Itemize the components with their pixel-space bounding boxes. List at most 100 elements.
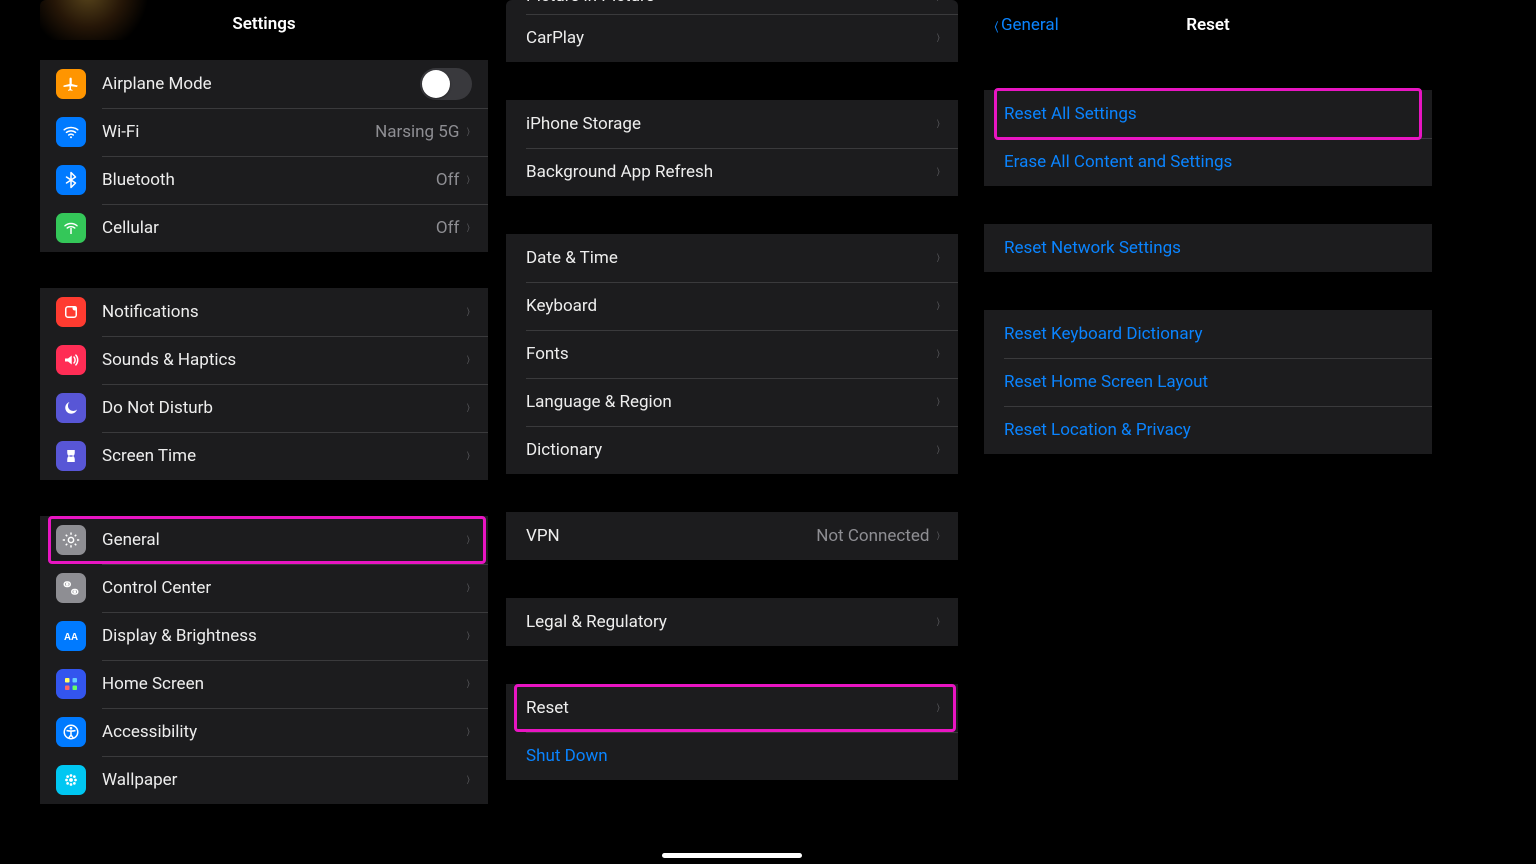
- chevron-right-icon: ›: [467, 217, 471, 239]
- nav-bar: ‹ General Reset: [984, 0, 1432, 50]
- row-reset[interactable]: Reset›: [506, 684, 958, 732]
- chevron-left-icon: ‹: [994, 8, 999, 43]
- row-label: Reset Keyboard Dictionary: [1004, 324, 1416, 344]
- chevron-right-icon: ›: [937, 611, 941, 633]
- row-label: Background App Refresh: [526, 162, 935, 182]
- chevron-right-icon: ›: [467, 769, 471, 791]
- general-icon: [56, 525, 86, 555]
- chevron-right-icon: ›: [467, 529, 471, 551]
- row-storage[interactable]: iPhone Storage›: [506, 100, 958, 148]
- chevron-right-icon: ›: [467, 673, 471, 695]
- dnd-icon: [56, 393, 86, 423]
- row-label: Language & Region: [526, 392, 935, 412]
- row-datetime[interactable]: Date & Time›: [506, 234, 958, 282]
- row-label: Screen Time: [102, 446, 465, 466]
- display-icon: AA: [56, 621, 86, 651]
- row-dict[interactable]: Dictionary›: [506, 426, 958, 474]
- row-airplane[interactable]: Airplane Mode: [40, 60, 488, 108]
- homescreen-icon: [56, 669, 86, 699]
- reset-screen: ‹ General Reset Reset All Settings Erase …: [984, 0, 1432, 864]
- row-sounds[interactable]: Sounds & Haptics›: [40, 336, 488, 384]
- row-homescreen[interactable]: Home Screen›: [40, 660, 488, 708]
- row-fonts[interactable]: Fonts›: [506, 330, 958, 378]
- chevron-right-icon: ›: [467, 349, 471, 371]
- row-label: Sounds & Haptics: [102, 350, 465, 370]
- row-general[interactable]: General›: [40, 516, 488, 564]
- row-keyboard[interactable]: Keyboard›: [506, 282, 958, 330]
- row-bluetooth[interactable]: BluetoothOff›: [40, 156, 488, 204]
- row-erase[interactable]: Erase All Content and Settings: [984, 138, 1432, 186]
- chevron-right-icon: ›: [467, 445, 471, 467]
- row-reset-loc[interactable]: Reset Location & Privacy: [984, 406, 1432, 454]
- row-pip[interactable]: Picture in Picture›: [506, 0, 958, 14]
- chevron-right-icon: ›: [937, 391, 941, 413]
- row-label: Reset Home Screen Layout: [1004, 372, 1416, 392]
- row-screentime[interactable]: Screen Time›: [40, 432, 488, 480]
- row-label: Reset All Settings: [1004, 104, 1416, 124]
- row-display[interactable]: AA Display & Brightness›: [40, 612, 488, 660]
- row-wifi[interactable]: Wi-FiNarsing 5G ›: [40, 108, 488, 156]
- row-reset-home[interactable]: Reset Home Screen Layout: [984, 358, 1432, 406]
- row-detail: Off: [436, 218, 460, 238]
- row-label: General: [102, 530, 465, 550]
- row-label: Display & Brightness: [102, 626, 465, 646]
- row-controlcenter[interactable]: Control Center›: [40, 564, 488, 612]
- row-label: Erase All Content and Settings: [1004, 152, 1416, 172]
- row-reset-keyboard[interactable]: Reset Keyboard Dictionary: [984, 310, 1432, 358]
- chevron-right-icon: ›: [937, 161, 941, 183]
- row-label: Accessibility: [102, 722, 465, 742]
- row-carplay[interactable]: CarPlay›: [506, 14, 958, 62]
- row-label: Wi-Fi: [102, 122, 375, 142]
- row-legal[interactable]: Legal & Regulatory›: [506, 598, 958, 646]
- row-cellular[interactable]: CellularOff›: [40, 204, 488, 252]
- row-detail: Narsing 5G: [375, 122, 459, 142]
- row-shutdown[interactable]: Shut Down: [506, 732, 958, 780]
- chevron-right-icon: ›: [937, 295, 941, 317]
- row-label: Picture in Picture: [526, 0, 655, 6]
- row-accessibility[interactable]: Accessibility›: [40, 708, 488, 756]
- back-button[interactable]: ‹ General: [992, 8, 1059, 43]
- svg-text:AA: AA: [64, 632, 78, 643]
- bluetooth-icon: [56, 165, 86, 195]
- row-lang[interactable]: Language & Region›: [506, 378, 958, 426]
- toggle-airplane[interactable]: [420, 68, 472, 100]
- cellular-icon: [56, 213, 86, 243]
- controlcenter-icon: [56, 573, 86, 603]
- row-label: Legal & Regulatory: [526, 612, 935, 632]
- airplane-icon: [56, 69, 86, 99]
- chevron-right-icon: ›: [467, 121, 471, 143]
- row-label: VPN: [526, 526, 816, 546]
- chevron-right-icon: ›: [467, 721, 471, 743]
- row-label: Do Not Disturb: [102, 398, 465, 418]
- chevron-right-icon: ›: [937, 697, 941, 719]
- chevron-right-icon: ›: [467, 169, 471, 191]
- settings-screen: Settings Airplane ModeWi-FiNarsing 5G›Bl…: [40, 0, 488, 864]
- screentime-icon: [56, 441, 86, 471]
- back-label: General: [1001, 15, 1059, 35]
- row-dnd[interactable]: Do Not Disturb›: [40, 384, 488, 432]
- row-label: Reset: [526, 698, 935, 718]
- general-screen: Picture in Picture›CarPlay›iPhone Storag…: [506, 0, 958, 864]
- row-detail: Off: [436, 170, 460, 190]
- row-notifications[interactable]: Notifications›: [40, 288, 488, 336]
- chevron-right-icon: ›: [467, 301, 471, 323]
- row-wallpaper[interactable]: Wallpaper›: [40, 756, 488, 804]
- row-reset-network[interactable]: Reset Network Settings: [984, 224, 1432, 272]
- chevron-right-icon: ›: [937, 525, 941, 547]
- row-label: Date & Time: [526, 248, 935, 268]
- chevron-right-icon: ›: [467, 577, 471, 599]
- notifications-icon: [56, 297, 86, 327]
- home-indicator[interactable]: [662, 853, 802, 858]
- page-title: Settings: [40, 0, 488, 48]
- row-bgrefresh[interactable]: Background App Refresh›: [506, 148, 958, 196]
- row-label: Control Center: [102, 578, 465, 598]
- sounds-icon: [56, 345, 86, 375]
- chevron-right-icon: ›: [467, 625, 471, 647]
- row-label: Shut Down: [526, 746, 942, 766]
- row-reset-all[interactable]: Reset All Settings: [984, 90, 1432, 138]
- page-title: Reset: [1186, 15, 1230, 35]
- row-label: Reset Location & Privacy: [1004, 420, 1416, 440]
- chevron-right-icon: ›: [937, 343, 941, 365]
- row-vpn[interactable]: VPNNot Connected›: [506, 512, 958, 560]
- row-label: Reset Network Settings: [1004, 238, 1416, 258]
